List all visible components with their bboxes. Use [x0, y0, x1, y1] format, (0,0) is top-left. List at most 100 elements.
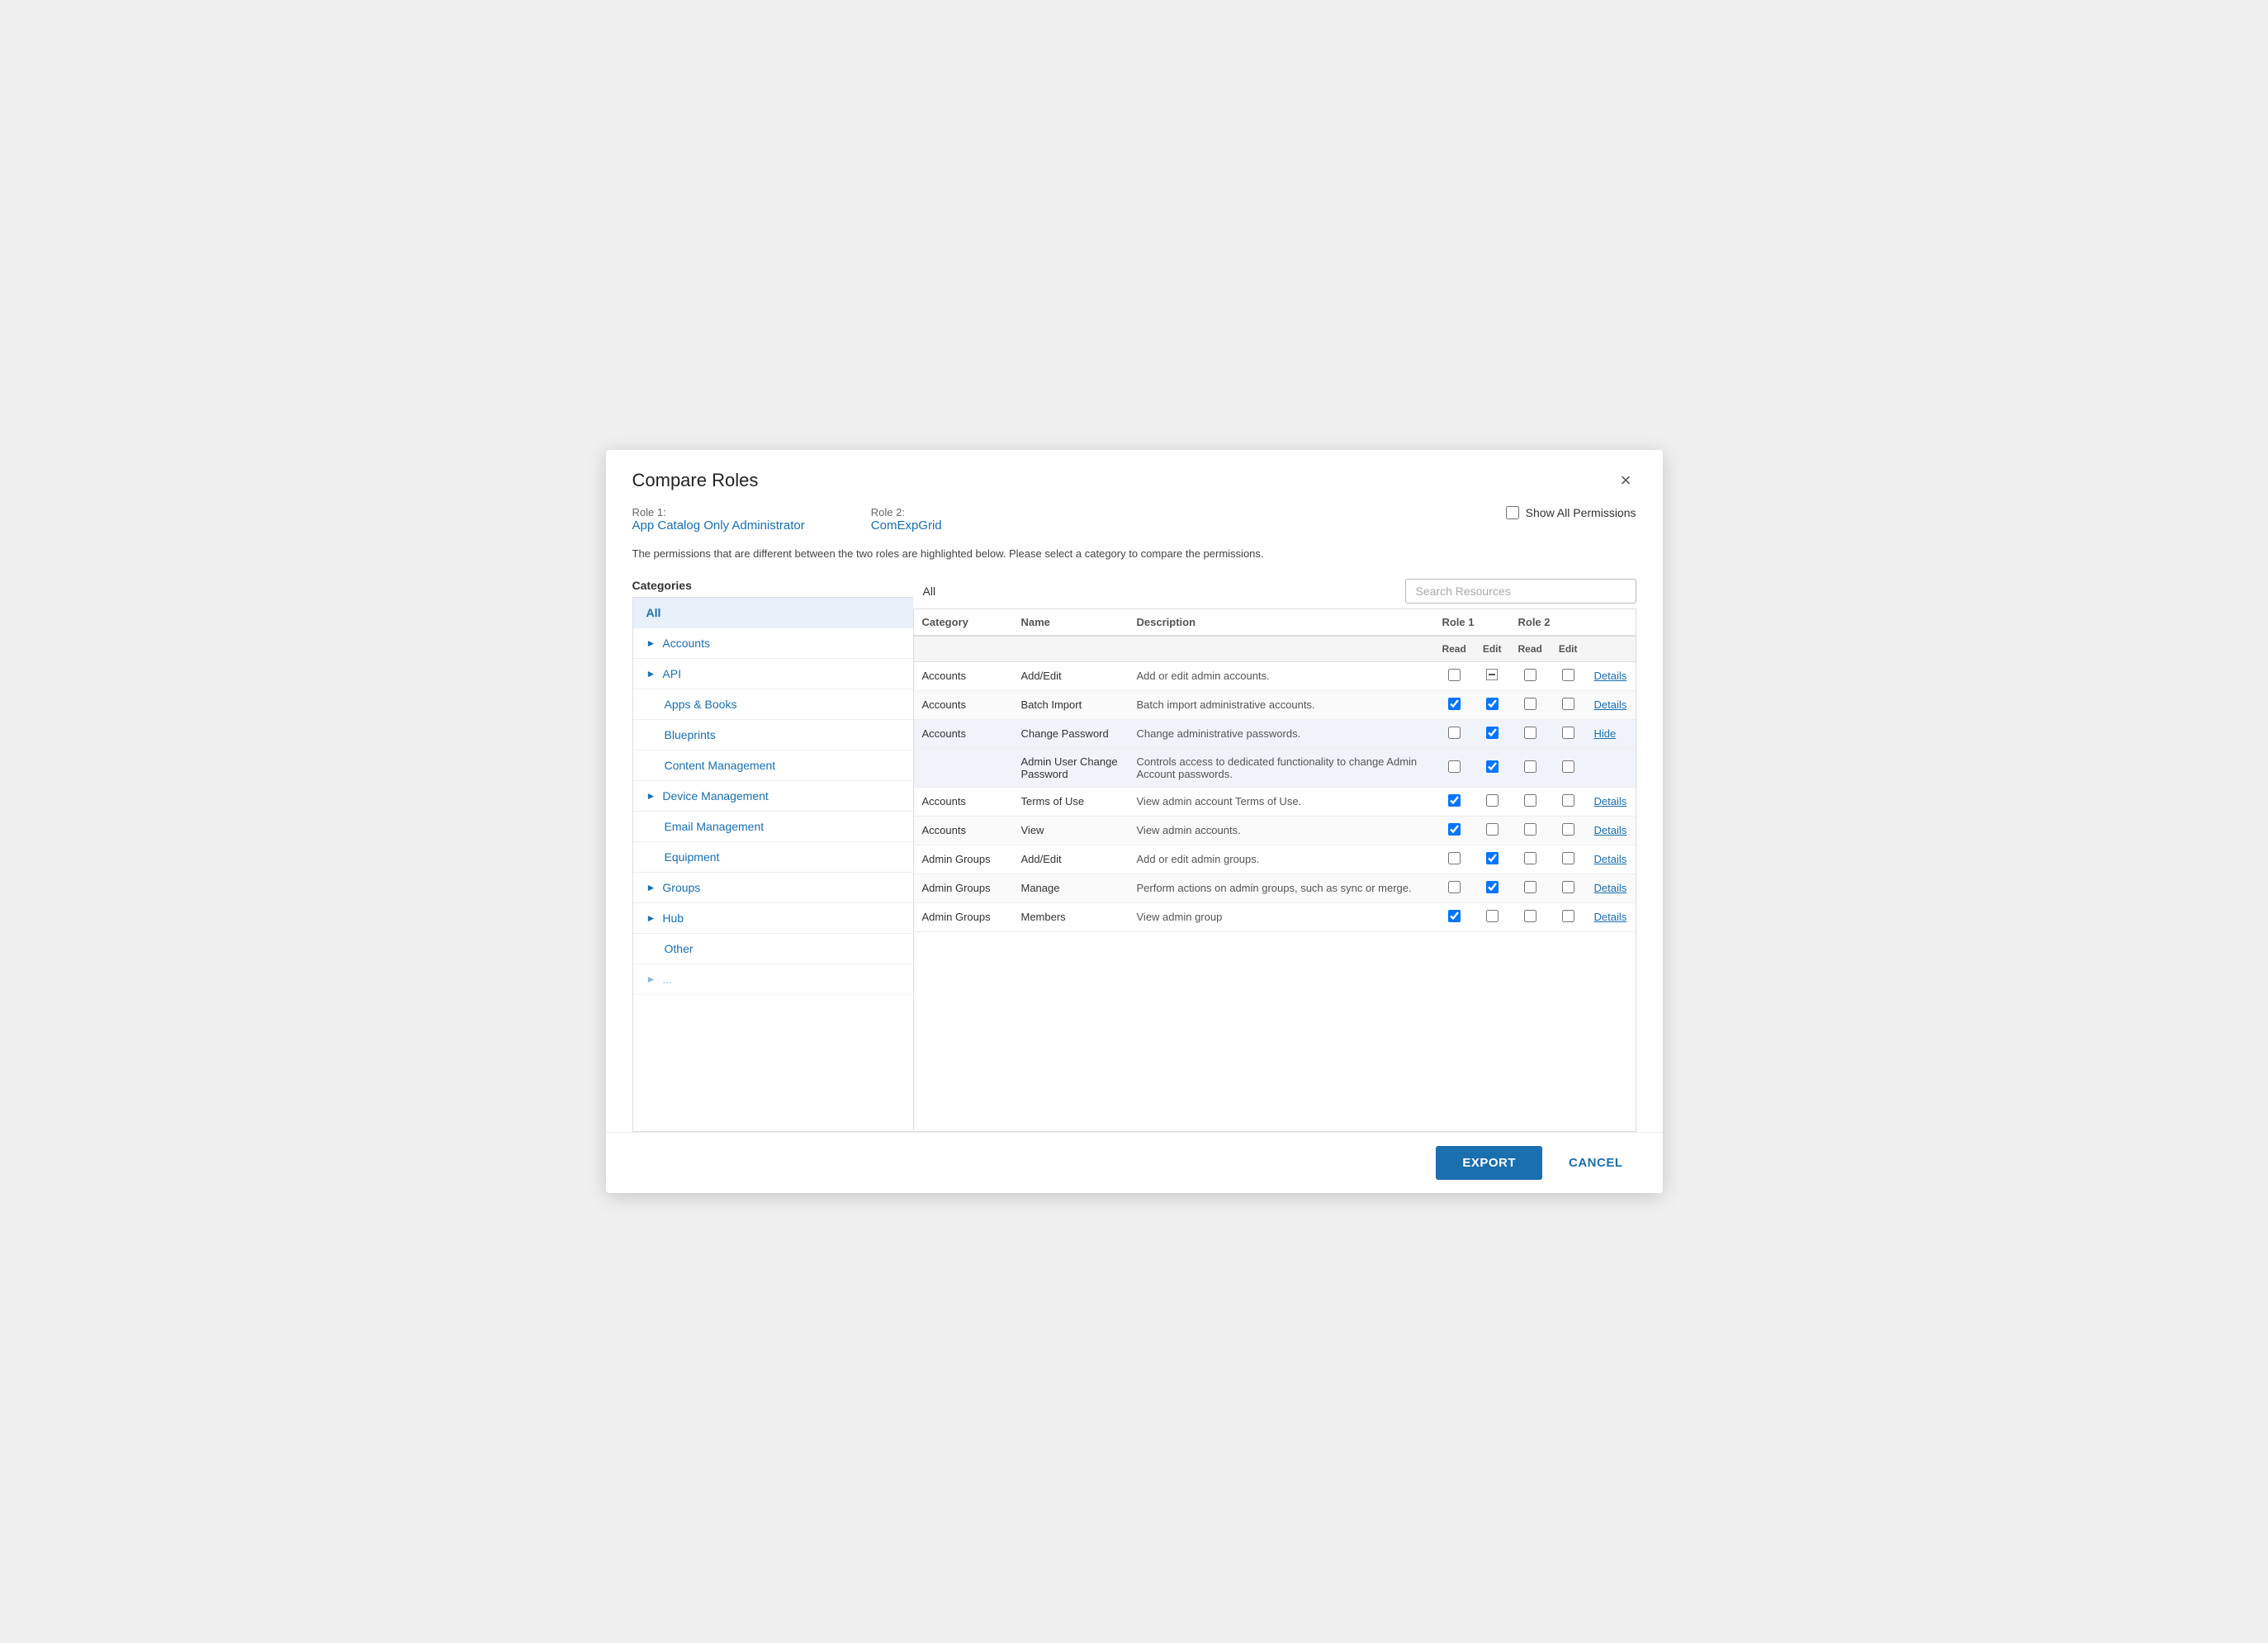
permission-checkbox[interactable] — [1562, 881, 1574, 893]
cell-r2-read — [1509, 661, 1550, 690]
details-link[interactable]: Details — [1594, 882, 1627, 894]
hide-link[interactable]: Hide — [1594, 727, 1617, 740]
cell-description: Add or edit admin groups. — [1129, 845, 1434, 874]
permission-checkbox[interactable] — [1486, 881, 1499, 893]
permission-checkbox[interactable] — [1524, 823, 1536, 836]
permission-checkbox[interactable] — [1524, 794, 1536, 807]
dialog-header: Compare Roles × — [606, 450, 1663, 491]
table-row: AccountsChange PasswordChange administra… — [914, 719, 1636, 748]
permission-checkbox[interactable] — [1448, 794, 1461, 807]
permission-checkbox[interactable] — [1448, 698, 1461, 710]
permission-checkbox[interactable] — [1562, 794, 1574, 807]
chevron-right-icon: ► — [646, 668, 656, 679]
sidebar-item-groups[interactable]: ► Groups — [633, 873, 913, 903]
permission-checkbox[interactable] — [1448, 823, 1461, 836]
body-section: Categories All ► Accounts ► API — [606, 571, 1663, 1133]
permission-checkbox[interactable] — [1448, 760, 1461, 773]
cell-r1-read — [1433, 845, 1474, 874]
permission-checkbox[interactable] — [1486, 910, 1499, 922]
cell-action: Details — [1586, 816, 1636, 845]
details-link[interactable]: Details — [1594, 795, 1627, 807]
description-text: The permissions that are different betwe… — [606, 533, 1663, 571]
details-link[interactable]: Details — [1594, 911, 1627, 923]
search-input[interactable] — [1405, 579, 1636, 604]
chevron-right-icon: ► — [646, 882, 656, 893]
export-button[interactable]: EXPORT — [1436, 1146, 1542, 1180]
th-action — [1586, 609, 1636, 636]
role1-value[interactable]: App Catalog Only Administrator — [632, 518, 805, 533]
roles-row: Role 1: App Catalog Only Administrator R… — [606, 491, 1663, 533]
permission-checkbox[interactable] — [1524, 760, 1536, 773]
cell-r1-read — [1433, 902, 1474, 931]
permission-checkbox[interactable] — [1486, 823, 1499, 836]
permission-checkbox[interactable] — [1562, 910, 1574, 922]
permission-checkbox[interactable] — [1562, 669, 1574, 681]
sidebar-item-label: Content Management — [665, 759, 776, 772]
permission-checkbox[interactable] — [1562, 727, 1574, 739]
permission-checkbox[interactable] — [1486, 760, 1499, 773]
permission-checkbox[interactable] — [1562, 698, 1574, 710]
cell-r2-edit — [1551, 690, 1586, 719]
sidebar-item-label: Email Management — [665, 820, 765, 833]
details-link[interactable]: Details — [1594, 698, 1627, 711]
cell-r2-read — [1509, 874, 1550, 902]
permission-checkbox[interactable] — [1562, 823, 1574, 836]
sidebar-item-content-management[interactable]: Content Management — [633, 750, 913, 781]
permission-checkbox[interactable] — [1448, 910, 1461, 922]
permission-checkbox[interactable] — [1524, 910, 1536, 922]
permission-checkbox[interactable] — [1486, 727, 1499, 739]
cell-r1-edit — [1475, 874, 1510, 902]
details-link[interactable]: Details — [1594, 670, 1627, 682]
sidebar-item-label: Device Management — [662, 789, 768, 803]
permission-checkbox[interactable] — [1524, 852, 1536, 864]
permission-checkbox[interactable] — [1524, 727, 1536, 739]
permission-checkbox[interactable] — [1486, 794, 1499, 807]
role2-value[interactable]: ComExpGrid — [871, 518, 942, 533]
sidebar-item-partial[interactable]: ► ... — [633, 964, 913, 995]
close-button[interactable]: × — [1616, 470, 1636, 491]
dialog-footer: EXPORT CANCEL — [606, 1132, 1663, 1193]
sidebar-item-hub[interactable]: ► Hub — [633, 903, 913, 934]
sidebar-item-api[interactable]: ► API — [633, 659, 913, 689]
permission-checkbox[interactable] — [1448, 727, 1461, 739]
permission-checkbox[interactable] — [1524, 881, 1536, 893]
cell-name: Terms of Use — [1013, 787, 1129, 816]
sidebar-item-equipment[interactable]: Equipment — [633, 842, 913, 873]
th-sub-action-empty — [1586, 636, 1636, 662]
permission-checkbox[interactable] — [1486, 852, 1499, 864]
sidebar-item-device-management[interactable]: ► Device Management — [633, 781, 913, 812]
sidebar-item-label: Other — [665, 942, 694, 955]
details-link[interactable]: Details — [1594, 853, 1627, 865]
sidebar-item-all[interactable]: All — [633, 598, 913, 628]
permission-checkbox[interactable] — [1562, 760, 1574, 773]
right-panel: All Category Name Description Role 1 Rol… — [913, 571, 1636, 1133]
sidebar-item-other[interactable]: Other — [633, 934, 913, 964]
sidebar-item-email-management[interactable]: Email Management — [633, 812, 913, 842]
cancel-button[interactable]: CANCEL — [1555, 1146, 1636, 1180]
permission-checkbox[interactable] — [1562, 852, 1574, 864]
permission-checkbox[interactable] — [1448, 881, 1461, 893]
th-role2-group: Role 2 — [1509, 609, 1585, 636]
table-row: Admin GroupsMembersView admin groupDetai… — [914, 902, 1636, 931]
sidebar-item-accounts[interactable]: ► Accounts — [633, 628, 913, 659]
permission-checkbox[interactable] — [1486, 698, 1499, 710]
cell-action: Details — [1586, 874, 1636, 902]
role2-block: Role 2: ComExpGrid — [871, 506, 942, 533]
sidebar-item-label: Apps & Books — [665, 698, 737, 711]
permission-checkbox[interactable] — [1448, 852, 1461, 864]
cell-r2-read — [1509, 902, 1550, 931]
sidebar-item-blueprints[interactable]: Blueprints — [633, 720, 913, 750]
details-link[interactable]: Details — [1594, 824, 1627, 836]
cell-r1-edit — [1475, 748, 1510, 787]
show-all-permissions-checkbox[interactable] — [1506, 506, 1519, 519]
cell-r1-edit — [1475, 902, 1510, 931]
cell-action: Details — [1586, 845, 1636, 874]
permission-checkbox[interactable] — [1524, 698, 1536, 710]
cell-r2-edit — [1551, 816, 1586, 845]
sidebar-item-label: API — [662, 667, 681, 680]
cell-action: Hide — [1586, 719, 1636, 748]
permission-checkbox[interactable] — [1524, 669, 1536, 681]
sidebar-item-apps-books[interactable]: Apps & Books — [633, 689, 913, 720]
table-row: Admin GroupsAdd/EditAdd or edit admin gr… — [914, 845, 1636, 874]
permission-checkbox[interactable] — [1448, 669, 1461, 681]
